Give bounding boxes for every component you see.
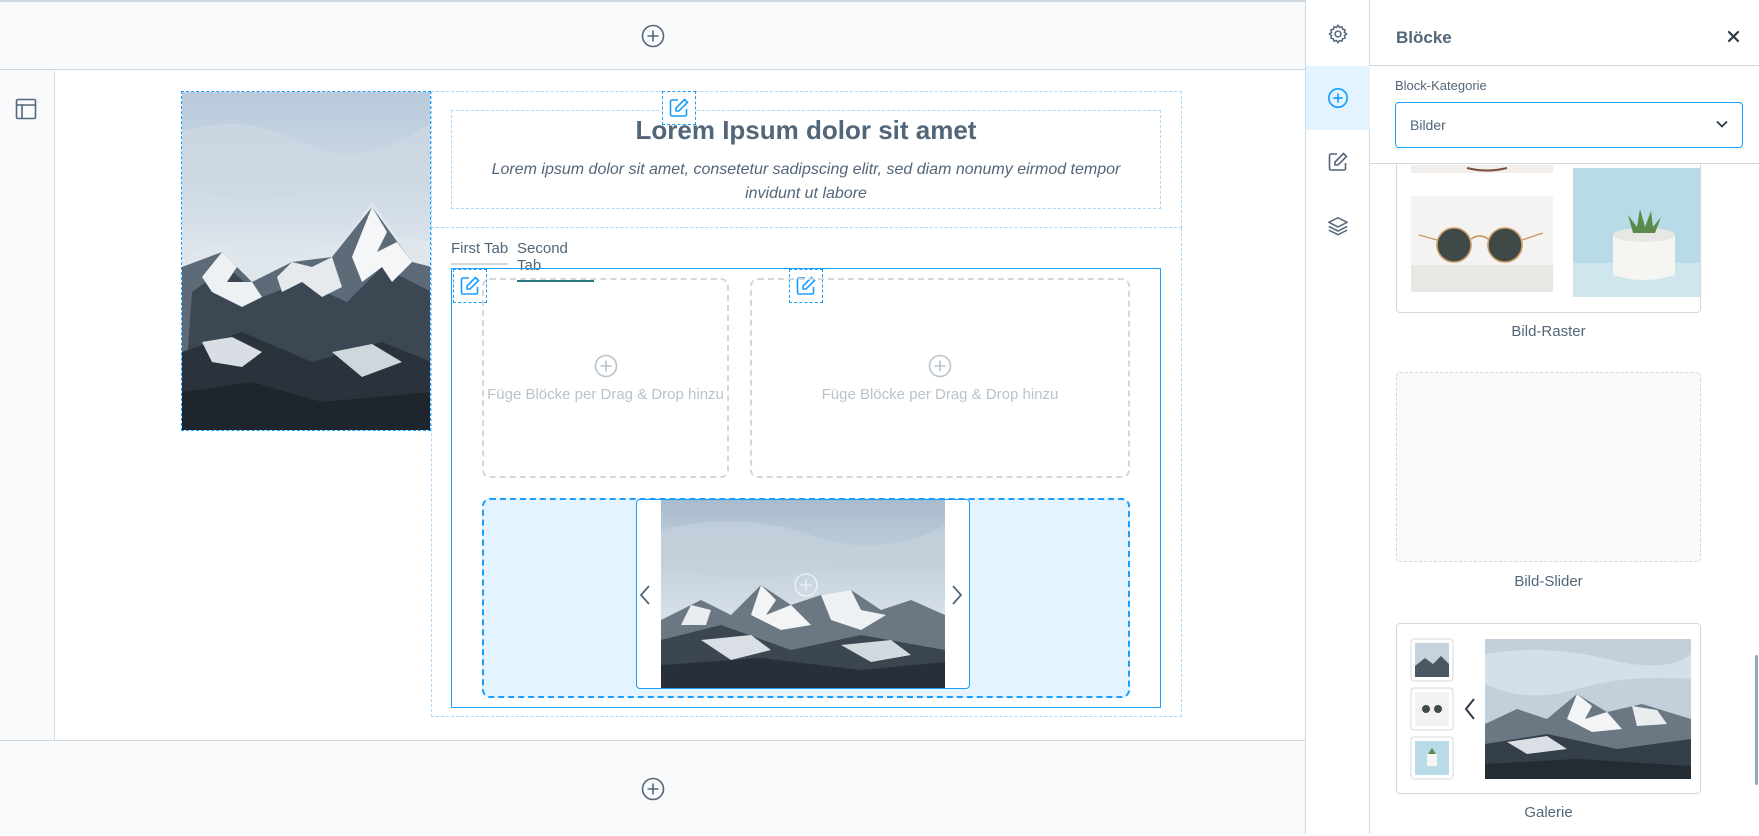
sidebar-rail <box>1305 0 1370 834</box>
drop-zone-left[interactable]: Füge Blöcke per Drag & Drop hinzu <box>482 278 729 478</box>
block-card-image-grid[interactable] <box>1396 164 1716 313</box>
sidebar-scrollbar[interactable] <box>1755 655 1758 785</box>
add-section-icon[interactable] <box>641 777 665 801</box>
block-list: Bild-Raster Bild-Slider Galerie <box>1370 164 1759 834</box>
slider-image <box>661 500 945 688</box>
mountain-image <box>661 500 945 688</box>
rail-blocks-button[interactable] <box>1306 66 1370 130</box>
edit-icon <box>669 98 689 117</box>
block-name: Bild-Raster <box>1511 323 1586 340</box>
rail-settings-button[interactable] <box>1306 2 1370 66</box>
block-name: Bild-Slider <box>1514 573 1583 590</box>
image-block[interactable] <box>181 91 431 431</box>
rail-layers-button[interactable] <box>1306 194 1370 258</box>
tab-first[interactable]: First Tab <box>451 240 509 265</box>
edit-icon <box>460 276 480 295</box>
block-card-gallery[interactable] <box>1396 623 1713 794</box>
headline[interactable]: Lorem Ipsum dolor sit amet <box>452 115 1160 146</box>
gallery-preview <box>1410 638 1713 780</box>
plus-circle-icon <box>594 354 617 377</box>
drop-zone-hint: Füge Blöcke per Drag & Drop hinzu <box>487 385 724 403</box>
layout-icon[interactable] <box>15 98 37 120</box>
layers-icon <box>1328 217 1348 236</box>
mountain-image <box>182 92 430 430</box>
chevron-left-icon[interactable] <box>638 584 652 606</box>
edit-text-block-button[interactable] <box>662 91 696 125</box>
image-grid-preview <box>1411 165 1716 297</box>
block-card-image-slider[interactable] <box>1396 372 1701 562</box>
blocks-sidebar: Blöcke Block-Kategorie Bilder Bild-Raste… <box>1370 0 1759 834</box>
plus-circle-icon <box>928 354 952 377</box>
drop-zone-hint: Füge Blöcke per Drag & Drop hinzu <box>821 385 1059 403</box>
sidebar-title: Blöcke <box>1396 28 1452 47</box>
sidebar-header: Blöcke <box>1370 0 1759 66</box>
add-section-top <box>0 2 1305 70</box>
block-name: Galerie <box>1524 804 1573 821</box>
category-value: Bilder <box>1410 117 1446 133</box>
drop-zone-right[interactable]: Füge Blöcke per Drag & Drop hinzu <box>750 278 1130 478</box>
edit-icon <box>1328 152 1348 171</box>
text-block[interactable]: Lorem Ipsum dolor sit amet Lorem ipsum d… <box>451 110 1161 209</box>
close-icon[interactable] <box>1727 30 1740 43</box>
chevron-down-icon <box>1716 120 1728 128</box>
section-sidebar <box>0 71 55 740</box>
plus-circle-icon <box>1328 88 1348 108</box>
rail-edit-button[interactable] <box>1306 130 1370 194</box>
category-label: Block-Kategorie <box>1395 78 1487 93</box>
chevron-right-icon[interactable] <box>950 584 964 606</box>
body-text[interactable]: Lorem ipsum dolor sit amet, consetetur s… <box>470 158 1142 206</box>
gear-icon <box>1328 24 1348 44</box>
add-section-icon[interactable] <box>641 24 665 48</box>
add-section-bottom <box>0 740 1305 836</box>
category-select[interactable]: Bilder <box>1395 102 1743 148</box>
